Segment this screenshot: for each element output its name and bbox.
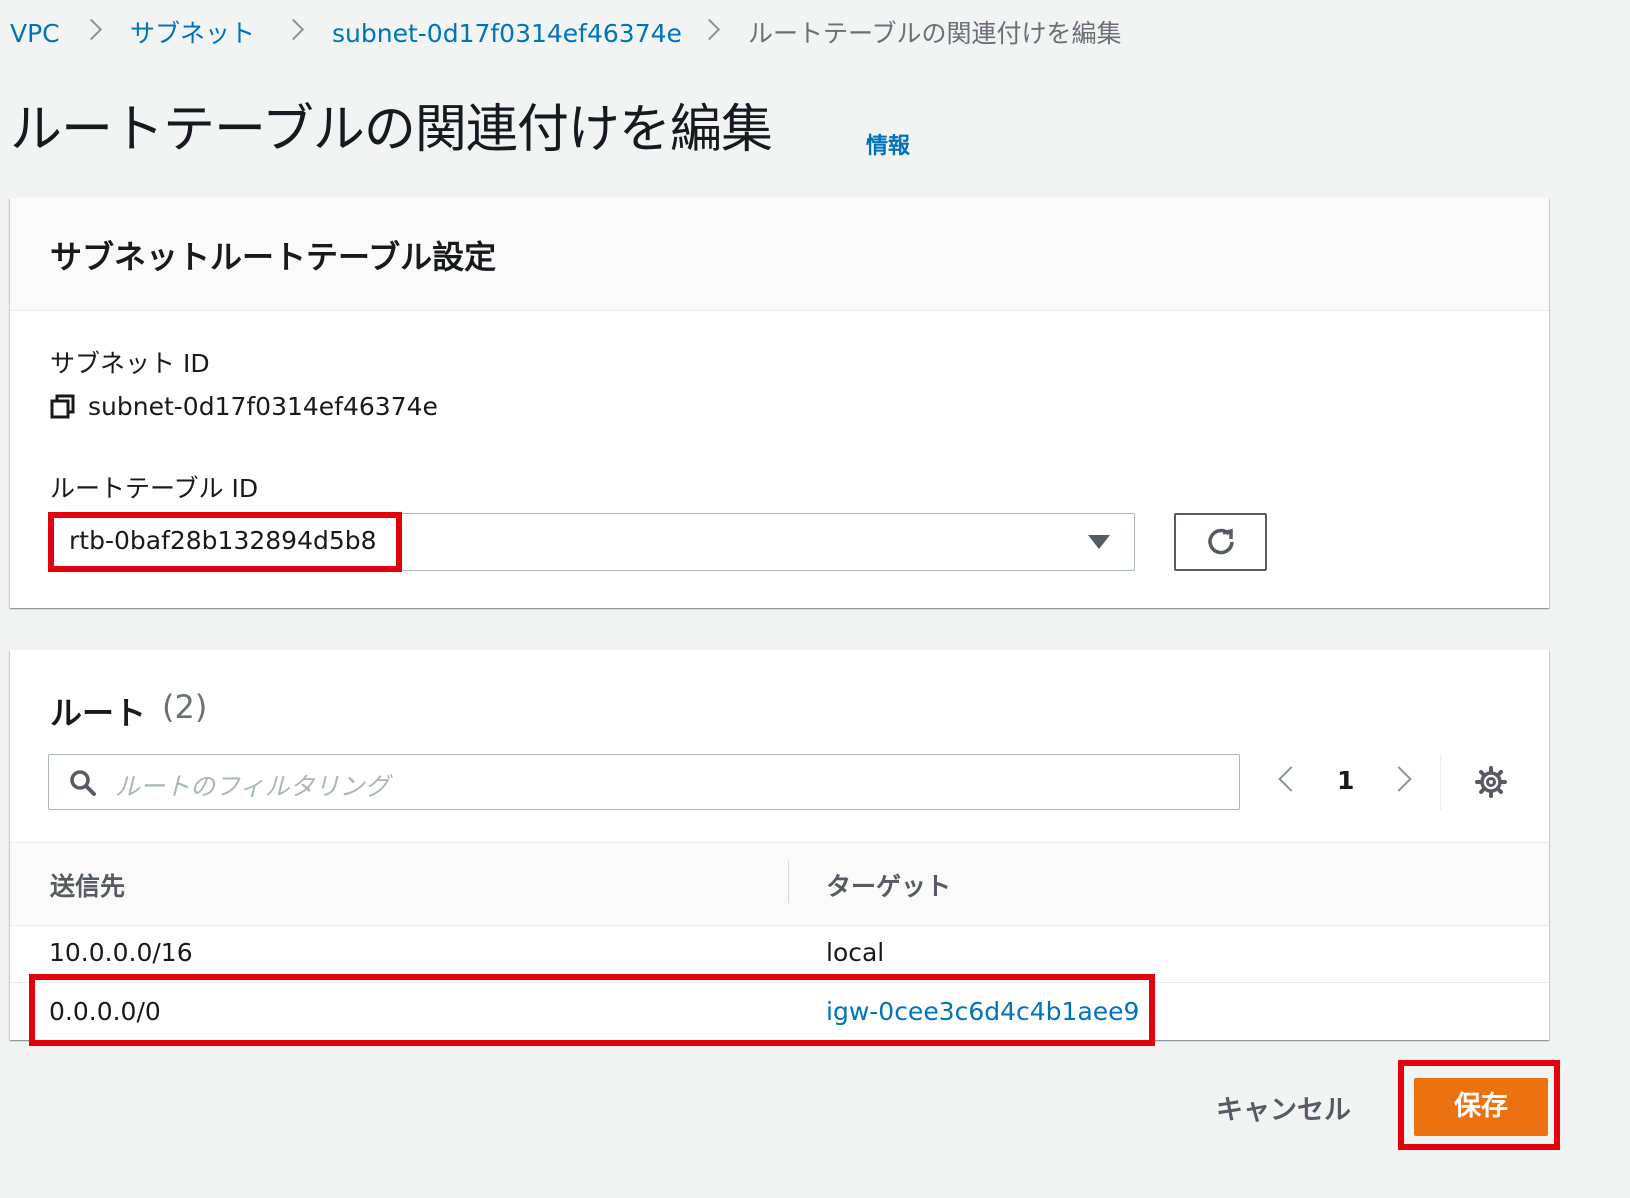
route-filter-placeholder: ルートのフィルタリング: [115, 772, 390, 801]
row-destination: 10.0.0.0/16: [49, 938, 193, 967]
copy-icon[interactable]: [50, 394, 76, 420]
page-title: ルートテーブルの関連付けを編集: [10, 100, 773, 160]
gear-icon[interactable]: [1474, 765, 1508, 799]
route-table-select[interactable]: rtb-0baf28b132894d5b8: [48, 513, 1135, 571]
column-destination[interactable]: 送信先: [50, 867, 125, 903]
routes-heading: ルート: [50, 694, 147, 732]
row-target-link[interactable]: igw-0cee3c6d4c4b1aee9: [826, 997, 1139, 1026]
refresh-icon: [1208, 528, 1234, 555]
table-row: 0.0.0.0/0 igw-0cee3c6d4c4b1aee9: [10, 983, 1549, 1040]
subnet-id-value: subnet-0d17f0314ef46374e: [88, 392, 438, 421]
routes-panel: ルート (2) ルートのフィルタリング 1 送信先 ターゲット 10.0.0.0…: [10, 650, 1549, 1040]
route-table-selected-value: rtb-0baf28b132894d5b8: [69, 526, 377, 555]
panel-header: サブネットルートテーブル設定: [10, 198, 1549, 311]
row-target: local: [826, 938, 885, 967]
cancel-button[interactable]: キャンセル: [1216, 1088, 1351, 1127]
pagination-next-icon[interactable]: [1386, 766, 1412, 792]
pagination-divider: [1440, 754, 1441, 810]
route-filter-input[interactable]: ルートのフィルタリング: [48, 754, 1240, 810]
row-destination: 0.0.0.0/0: [49, 997, 161, 1026]
column-divider: [788, 861, 789, 903]
routes-table-header: 送信先 ターゲット: [10, 842, 1549, 926]
route-table-id-label: ルートテーブル ID: [50, 474, 259, 503]
search-icon: [70, 770, 96, 796]
subnet-id-label: サブネット ID: [50, 349, 210, 378]
table-row: 10.0.0.0/16 local: [10, 925, 1549, 982]
breadcrumb-subnets[interactable]: サブネット: [130, 16, 255, 52]
refresh-button[interactable]: [1174, 513, 1267, 571]
route-table-settings-panel: サブネットルートテーブル設定 サブネット ID subnet-0d17f0314…: [10, 198, 1549, 608]
column-target[interactable]: ターゲット: [826, 867, 951, 903]
settings-heading: サブネットルートテーブル設定: [50, 238, 497, 276]
breadcrumb-current: ルートテーブルの関連付けを編集: [748, 19, 1122, 48]
pagination-prev-icon[interactable]: [1278, 766, 1304, 792]
routes-count: (2): [162, 688, 208, 726]
breadcrumb-vpc[interactable]: VPC: [10, 16, 60, 52]
save-button[interactable]: 保存: [1414, 1078, 1548, 1136]
chevron-right-icon: [282, 18, 305, 41]
info-link[interactable]: 情報: [866, 128, 910, 160]
pagination-page-number[interactable]: 1: [1337, 766, 1354, 795]
caret-down-icon: [1088, 535, 1110, 549]
chevron-right-icon: [80, 18, 103, 41]
chevron-right-icon: [698, 18, 721, 41]
breadcrumb-subnet[interactable]: subnet-0d17f0314ef46374e: [332, 16, 682, 52]
